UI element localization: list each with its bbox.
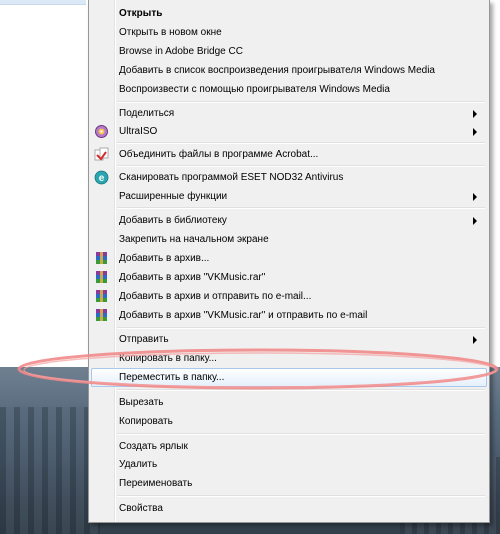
menu-item-label: Добавить в архив... — [119, 253, 210, 264]
menu-item-label: Воспроизвести с помощью проигрывателя Wi… — [119, 84, 390, 95]
menu-item-label: Добавить в библиотеку — [119, 215, 227, 226]
submenu-arrow-icon — [473, 217, 477, 225]
menu-item-label: Копировать в папку... — [119, 353, 217, 364]
menu-separator — [117, 142, 485, 144]
menu-separator — [117, 389, 485, 391]
menu-item-label: Копировать — [119, 416, 173, 427]
winrar-icon — [94, 251, 109, 266]
menu-item-rename[interactable]: Переименовать — [91, 474, 487, 493]
ultraiso-icon — [94, 124, 109, 139]
menu-item-label: Удалить — [119, 459, 158, 470]
menu-item-play-with-wmp[interactable]: Воспроизвести с помощью проигрывателя Wi… — [91, 80, 487, 99]
menu-item-cut[interactable]: Вырезать — [91, 393, 487, 412]
menu-item-add-to-vkmusic-rar-email[interactable]: Добавить в архив "VKMusic.rar" и отправи… — [91, 306, 487, 325]
menu-item-send-to[interactable]: Отправить — [91, 330, 487, 349]
winrar-icon — [94, 289, 109, 304]
eset-icon: e — [94, 170, 109, 185]
menu-item-label: Вырезать — [119, 397, 164, 408]
menu-item-eset-scan[interactable]: e Сканировать программой ESET NOD32 Anti… — [91, 168, 487, 187]
menu-item-label: Открыть в новом окне — [119, 27, 222, 38]
menu-item-properties[interactable]: Свойства — [91, 499, 487, 518]
submenu-arrow-icon — [473, 128, 477, 136]
menu-separator — [117, 101, 485, 103]
menu-item-label: Browse in Adobe Bridge CC — [119, 46, 243, 57]
menu-item-label: Поделиться — [119, 108, 175, 119]
menu-item-add-to-archive[interactable]: Добавить в архив... — [91, 249, 487, 268]
menu-item-label: Закрепить на начальном экране — [119, 234, 269, 245]
menu-item-label: Создать ярлык — [119, 441, 188, 452]
menu-separator — [117, 165, 485, 167]
menu-item-browse-adobe-bridge[interactable]: Browse in Adobe Bridge CC — [91, 42, 487, 61]
menu-item-label: Открыть — [119, 8, 163, 19]
menu-item-add-to-wmp-playlist[interactable]: Добавить в список воспроизведения проигр… — [91, 61, 487, 80]
menu-item-pin-to-start[interactable]: Закрепить на начальном экране — [91, 230, 487, 249]
menu-item-copy[interactable]: Копировать — [91, 412, 487, 431]
menu-item-label: Объединить файлы в программе Acrobat... — [119, 149, 319, 160]
submenu-arrow-icon — [473, 193, 477, 201]
svg-text:e: e — [99, 173, 105, 184]
acrobat-icon — [94, 147, 109, 162]
menu-item-label: Свойства — [119, 503, 163, 514]
context-menu: Открыть Открыть в новом окне Browse in A… — [88, 0, 490, 523]
menu-item-label: Переименовать — [119, 478, 193, 489]
menu-separator — [117, 495, 485, 497]
menu-item-add-to-library[interactable]: Добавить в библиотеку — [91, 211, 487, 230]
menu-separator — [117, 207, 485, 209]
menu-item-add-to-archive-email[interactable]: Добавить в архив и отправить по e-mail..… — [91, 287, 487, 306]
winrar-icon — [94, 270, 109, 285]
menu-item-label: Добавить в список воспроизведения проигр… — [119, 65, 435, 76]
menu-item-open[interactable]: Открыть — [91, 4, 487, 23]
menu-item-label: UltraISO — [119, 126, 158, 137]
menu-item-ultraiso[interactable]: UltraISO — [91, 122, 487, 141]
menu-item-label: Сканировать программой ESET NOD32 Antivi… — [119, 172, 344, 183]
menu-item-open-new-window[interactable]: Открыть в новом окне — [91, 23, 487, 42]
menu-item-acrobat-combine[interactable]: Объединить файлы в программе Acrobat... — [91, 145, 487, 164]
menu-separator — [117, 327, 485, 329]
explorer-header-strip — [0, 0, 86, 5]
menu-item-label: Добавить в архив и отправить по e-mail..… — [119, 291, 312, 302]
menu-item-label: Расширенные функции — [119, 191, 228, 202]
menu-item-move-to-folder[interactable]: Переместить в папку... — [91, 368, 487, 387]
menu-item-label: Добавить в архив "VKMusic.rar" и отправи… — [119, 310, 368, 321]
menu-item-advanced-functions[interactable]: Расширенные функции — [91, 187, 487, 206]
submenu-arrow-icon — [473, 110, 477, 118]
menu-item-label: Переместить в папку... — [119, 372, 225, 383]
menu-item-create-shortcut[interactable]: Создать ярлык — [91, 437, 487, 456]
menu-item-copy-to-folder[interactable]: Копировать в папку... — [91, 349, 487, 368]
winrar-icon — [94, 308, 109, 323]
menu-item-label: Добавить в архив "VKMusic.rar" — [119, 272, 266, 283]
submenu-arrow-icon — [473, 336, 477, 344]
menu-item-add-to-vkmusic-rar[interactable]: Добавить в архив "VKMusic.rar" — [91, 268, 487, 287]
menu-separator — [117, 433, 485, 435]
menu-item-label: Отправить — [119, 334, 169, 345]
menu-item-delete[interactable]: Удалить — [91, 455, 487, 474]
menu-item-share[interactable]: Поделиться — [91, 104, 487, 123]
